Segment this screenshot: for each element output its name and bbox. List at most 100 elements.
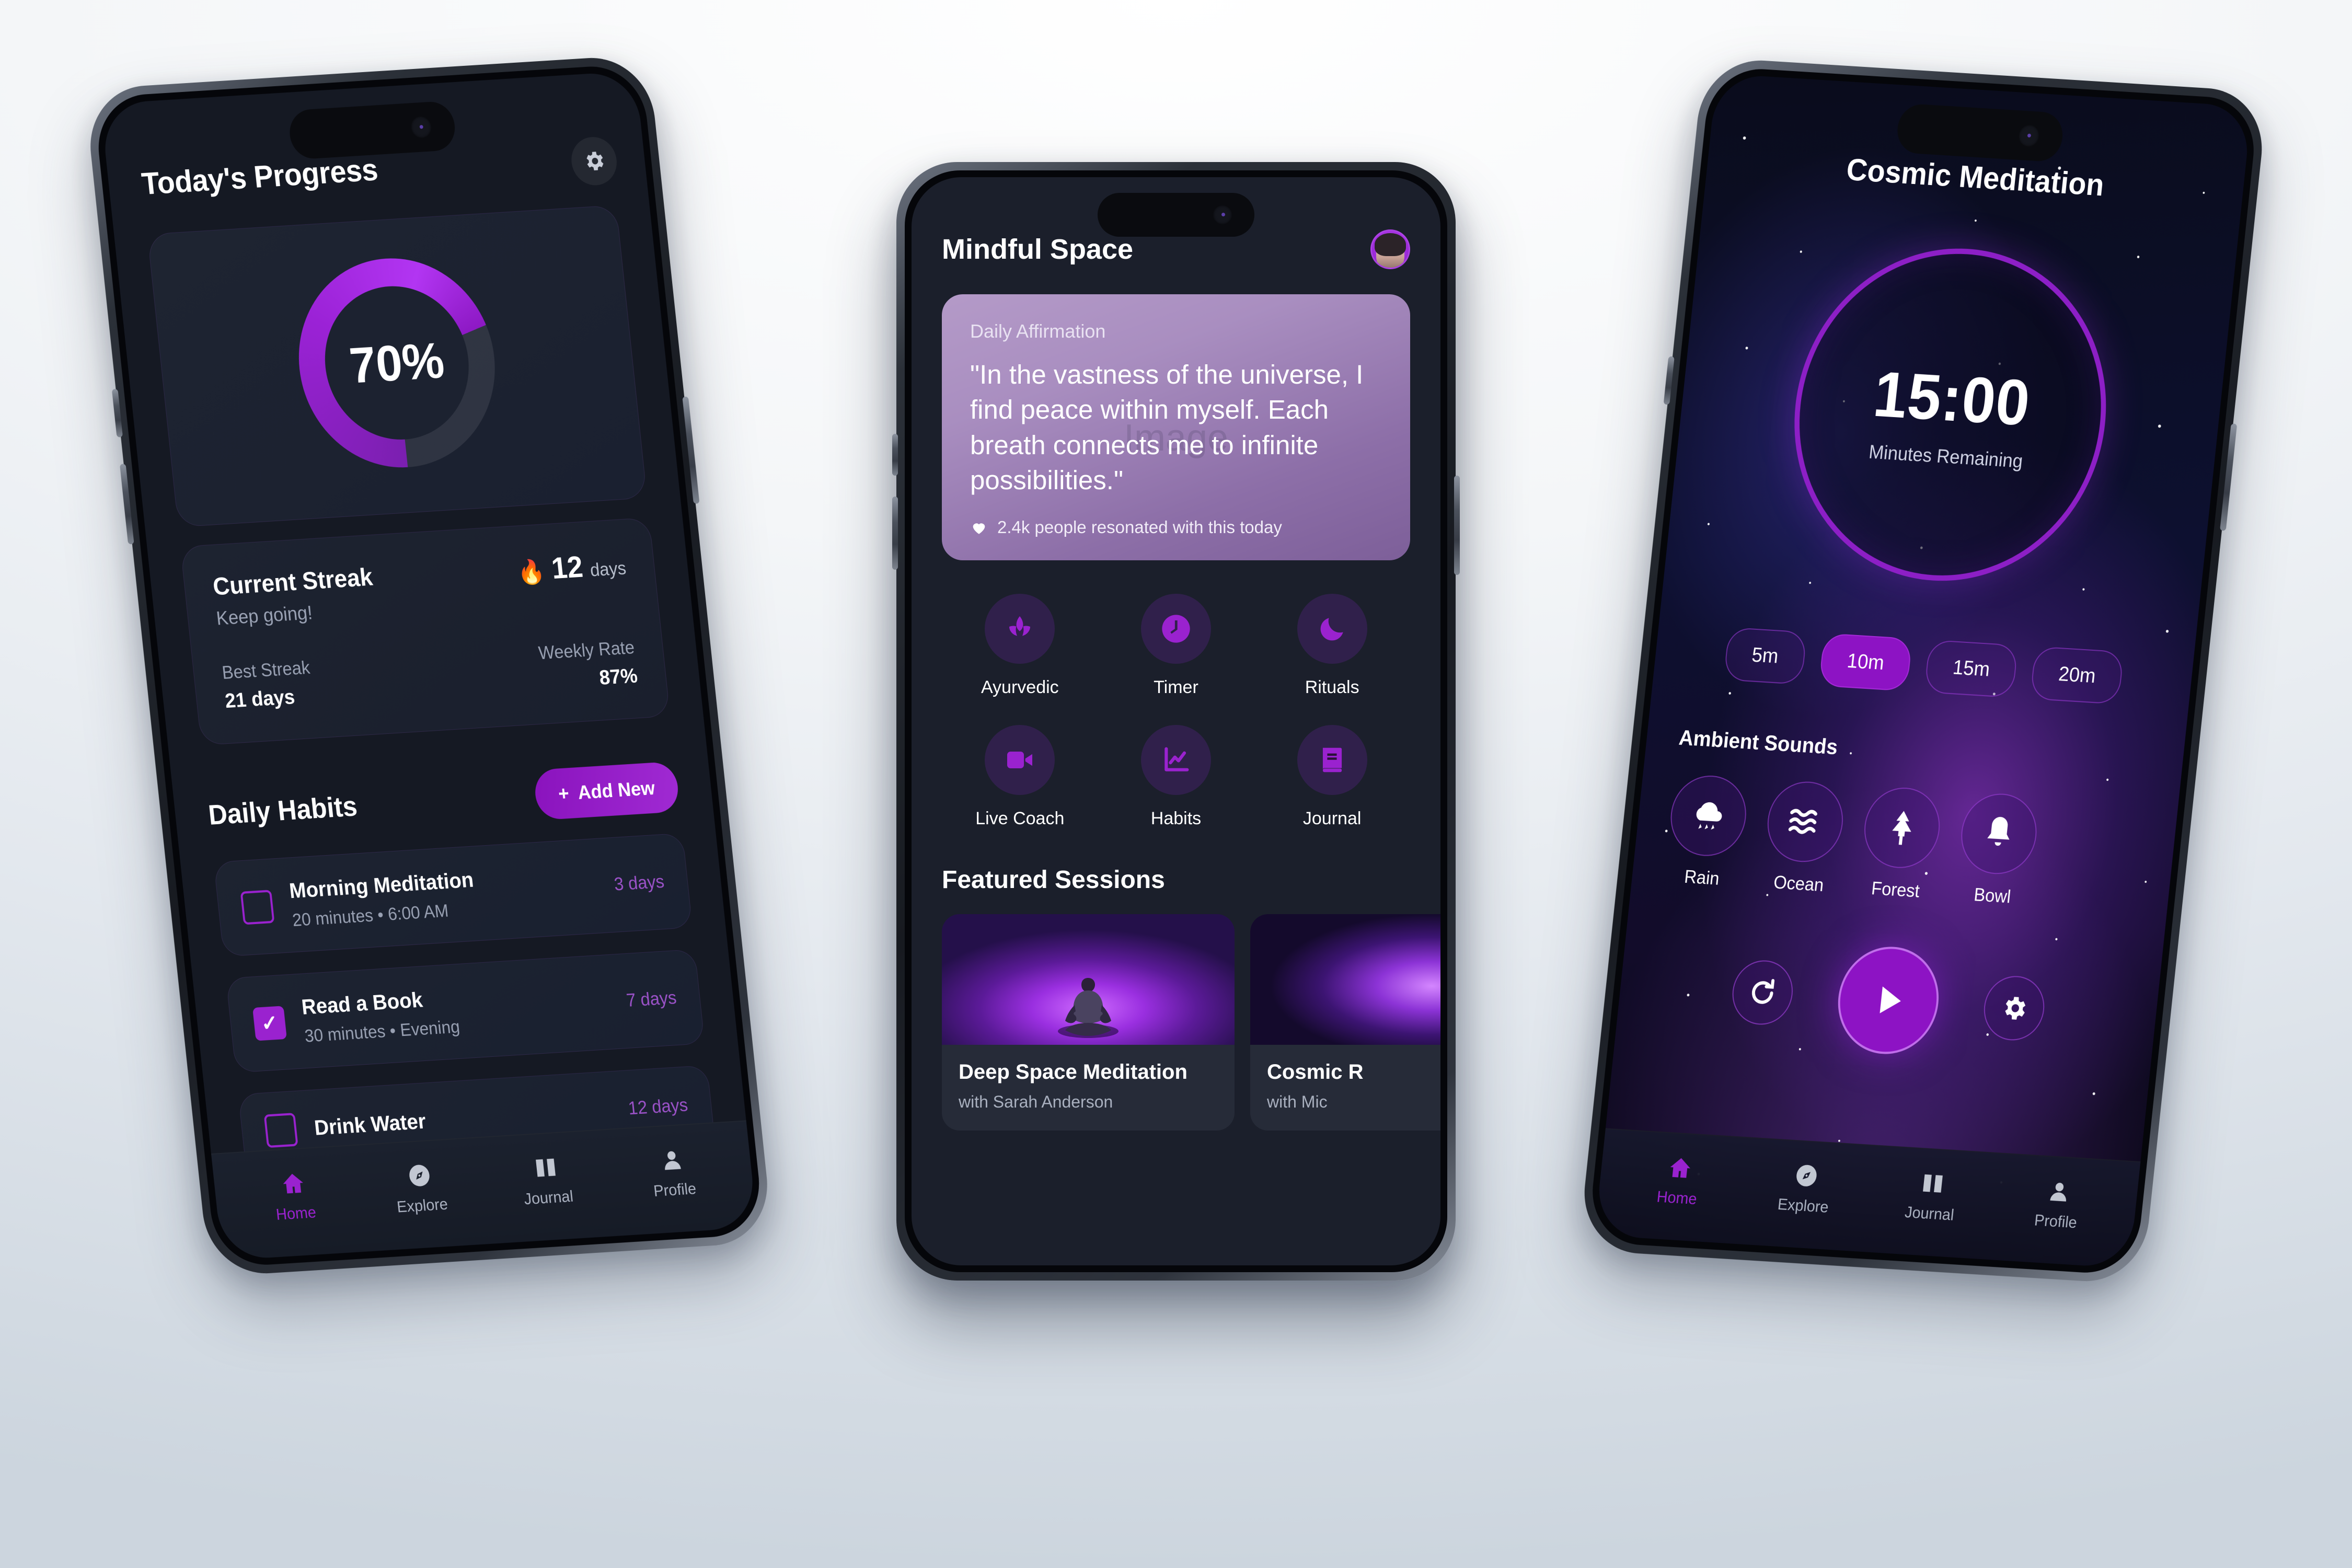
add-new-habit-label: Add New — [577, 776, 656, 803]
tab-journal[interactable]: Journal — [1865, 1166, 1997, 1227]
habit-row-morning-meditation[interactable]: Morning Meditation 20 minutes • 6:00 AM … — [213, 833, 693, 957]
phone-right: Cosmic Meditation 15:00 Minutes Remainin… — [1578, 56, 2268, 1285]
affirmation-footer: 2.4k people resonated with this today — [970, 517, 1382, 537]
streak-card: Current Streak Keep going! 🔥 12 days Bes… — [180, 517, 671, 746]
home-icon — [279, 1169, 307, 1198]
screen-left: Today's Progress 70% Current Streak Keep… — [100, 71, 758, 1261]
timer-ring[interactable]: 15:00 Minutes Remaining — [1778, 239, 2123, 591]
sound-option-forest[interactable]: Forest — [1857, 785, 1944, 903]
habit-checkbox[interactable] — [263, 1113, 298, 1148]
tab-profile[interactable]: Profile — [1991, 1173, 2123, 1235]
bell-icon — [1987, 817, 2010, 846]
volume-down-button[interactable] — [892, 497, 898, 570]
habits-title: Daily Habits — [206, 791, 359, 832]
daily-affirmation-card[interactable]: Image Daily Affirmation "In the vastness… — [942, 294, 1410, 561]
best-streak-stat: Best Streak 21 days — [221, 658, 314, 713]
timer-sublabel: Minutes Remaining — [1867, 440, 2024, 472]
sound-label: Bowl — [1973, 884, 2012, 907]
habit-streak: 3 days — [613, 871, 665, 895]
featured-card-cosmic[interactable]: Cosmic R with Mic — [1250, 914, 1440, 1131]
featured-card-deep-space-meditation[interactable]: Deep Space Meditation with Sarah Anderso… — [942, 914, 1235, 1131]
duration-chip-10m[interactable]: 10m — [1818, 632, 1913, 691]
habit-checkbox[interactable]: ✓ — [252, 1005, 287, 1041]
book-icon — [531, 1153, 560, 1182]
volume-down-button[interactable] — [119, 464, 134, 545]
play-icon — [1880, 986, 1901, 1013]
quick-action-rituals[interactable]: Rituals — [1254, 594, 1410, 698]
dynamic-island-right — [1895, 103, 2065, 163]
tab-label: Journal — [523, 1187, 574, 1208]
tab-label: Home — [1656, 1187, 1698, 1208]
tab-label: Explore — [396, 1195, 449, 1216]
dynamic-island-center — [1098, 193, 1254, 237]
restart-button[interactable] — [1729, 959, 1796, 1027]
restart-icon — [1752, 979, 1775, 1004]
phone-bezel-center: Mindful Space Image Daily Affirmation "I… — [905, 170, 1447, 1272]
duration-chip-15m[interactable]: 15m — [1924, 639, 2019, 698]
tab-journal[interactable]: Journal — [481, 1150, 613, 1211]
tab-explore[interactable]: Explore — [1739, 1158, 1871, 1219]
volume-up-button[interactable] — [111, 389, 123, 437]
duration-chip-20m[interactable]: 20m — [2030, 646, 2125, 705]
featured-card-artwork — [1250, 914, 1440, 1045]
right-screen-content: Cosmic Meditation 15:00 Minutes Remainin… — [1594, 73, 2252, 1268]
add-new-habit-button[interactable]: + Add New — [533, 761, 681, 821]
volume-up-button[interactable] — [892, 434, 898, 476]
habit-text-group: Drink Water — [313, 1109, 427, 1140]
featured-card-title: Cosmic R — [1267, 1060, 1364, 1084]
home-icon — [1666, 1153, 1694, 1182]
streak-count-group: 🔥 12 days — [515, 546, 627, 587]
person-icon — [2044, 1177, 2073, 1206]
quick-action-habits[interactable]: Habits — [1098, 725, 1254, 829]
sound-label: Forest — [1870, 878, 1921, 902]
video-icon — [1007, 752, 1033, 769]
quick-action-label: Ayurvedic — [981, 677, 1059, 698]
book-icon — [1918, 1169, 1947, 1198]
sound-option-bowl[interactable]: Bowl — [1954, 791, 2041, 909]
duration-chip-5m[interactable]: 5m — [1723, 627, 1807, 685]
volume-up-button[interactable] — [1663, 356, 1675, 405]
tab-explore[interactable]: Explore — [354, 1158, 486, 1219]
quick-action-ayurvedic[interactable]: Ayurvedic — [942, 594, 1098, 698]
weekly-rate-value: 87% — [598, 664, 639, 690]
session-settings-button[interactable] — [1980, 974, 2048, 1042]
duration-chip-group: 5m 10m 15m 20m — [1685, 625, 2162, 707]
sound-option-ocean[interactable]: Ocean — [1760, 779, 1847, 897]
flame-icon: 🔥 — [516, 558, 547, 586]
habit-name: Read a Book — [300, 988, 424, 1019]
progress-ring: 70% — [289, 252, 505, 474]
sound-option-rain[interactable]: Rain — [1663, 773, 1750, 891]
sound-bubble — [1957, 791, 2041, 877]
avatar[interactable] — [1370, 229, 1410, 269]
quick-action-journal[interactable]: Journal — [1254, 725, 1410, 829]
featured-card-artwork — [942, 914, 1235, 1045]
affirmation-resonated-count: 2.4k people resonated with this today — [997, 517, 1282, 537]
compass-icon — [405, 1161, 433, 1190]
habit-row-read-a-book[interactable]: ✓ Read a Book 30 minutes • Evening 7 day… — [225, 949, 705, 1073]
streak-heading-group: Current Streak Keep going! — [212, 562, 377, 630]
habits-header: Daily Habits + Add New — [206, 761, 681, 840]
quick-action-bubble — [1140, 725, 1211, 795]
tab-home[interactable]: Home — [228, 1166, 360, 1227]
tab-profile[interactable]: Profile — [607, 1142, 739, 1203]
play-button[interactable] — [1832, 943, 1944, 1057]
progress-card: 70% — [147, 205, 648, 527]
habit-checkbox[interactable] — [240, 889, 275, 925]
lotus-icon — [1009, 616, 1031, 636]
gear-icon — [586, 152, 604, 171]
power-button[interactable] — [1454, 476, 1460, 575]
quick-action-timer[interactable]: Timer — [1098, 594, 1254, 698]
best-streak-label: Best Streak — [221, 657, 311, 684]
featured-sessions-carousel[interactable]: Deep Space Meditation with Sarah Anderso… — [942, 914, 1440, 1131]
habit-text-group: Read a Book 30 minutes • Evening — [301, 986, 461, 1046]
habit-text-group: Morning Meditation 20 minutes • 6:00 AM — [288, 868, 477, 930]
quick-action-label: Rituals — [1305, 677, 1359, 698]
quick-action-live-coach[interactable]: Live Coach — [942, 725, 1098, 829]
quick-action-bubble — [985, 594, 1055, 664]
chart-line-icon — [1165, 747, 1189, 771]
weekly-rate-stat: Weekly Rate 87% — [537, 637, 639, 694]
tab-home[interactable]: Home — [1613, 1150, 1745, 1211]
streak-stats-row: Best Streak 21 days Weekly Rate 87% — [221, 637, 639, 713]
habit-streak: 7 days — [625, 987, 678, 1011]
ambient-sounds-row: Rain Ocean Forest Bowl — [1663, 773, 2146, 916]
